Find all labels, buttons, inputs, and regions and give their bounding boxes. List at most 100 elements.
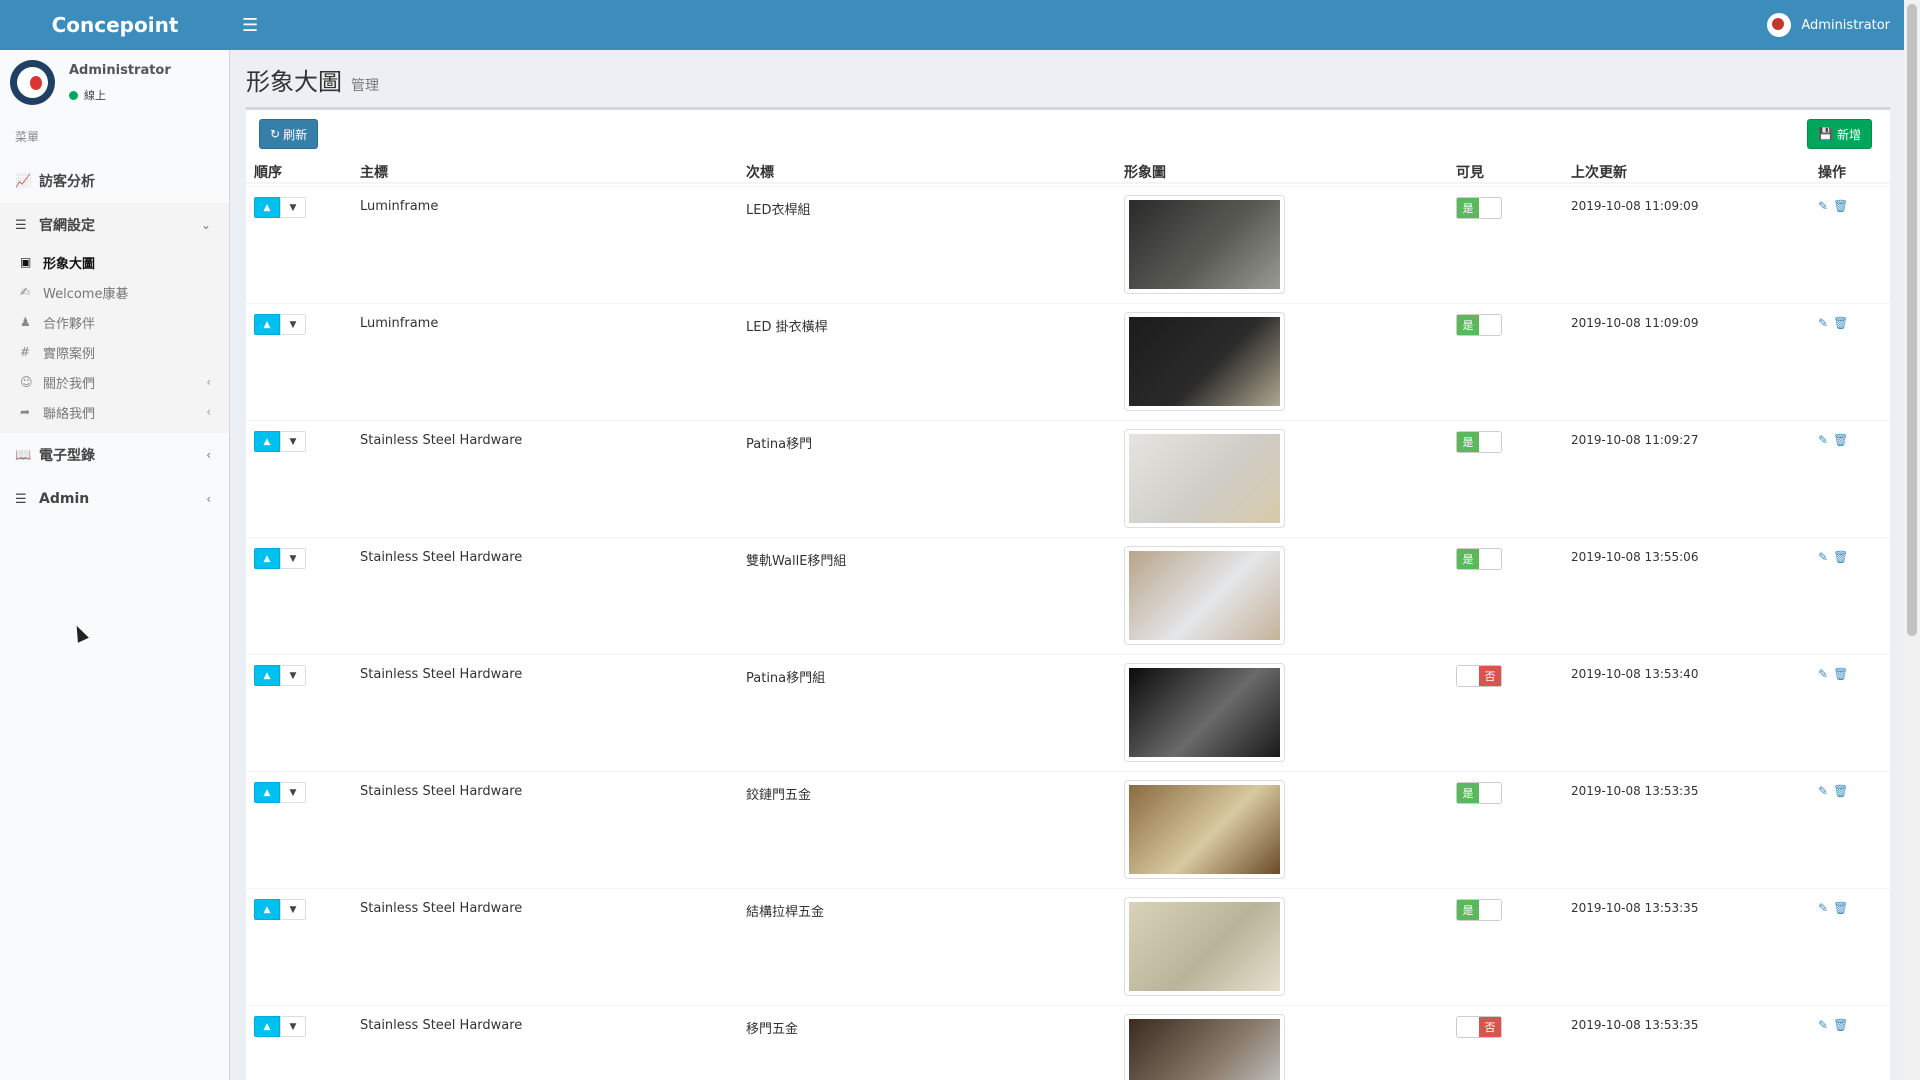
updated-cell: 2019-10-08 13:53:35 — [1571, 1018, 1699, 1032]
thumbnail-image — [1129, 668, 1280, 757]
scrollbar[interactable] — [1904, 0, 1920, 1080]
move-up-button[interactable]: ▲ — [254, 782, 280, 803]
share-icon: ➦ — [20, 405, 31, 419]
header-actions: 操作 — [1818, 165, 1846, 181]
move-up-button[interactable]: ▲ — [254, 431, 280, 452]
banner-thumbnail[interactable] — [1124, 897, 1285, 996]
menu-header: 菜單 — [15, 130, 40, 144]
table-row: ▲ ▼ Stainless Steel Hardware 雙軌WallE移門組 是 201… — [246, 537, 1890, 654]
sidebar: Administrator 線上 菜單 📈 訪客分析 ☰ 官網設定 ⌄ ▣ 形象大… — [0, 50, 230, 1080]
visibility-toggle[interactable]: 否 — [1456, 665, 1502, 687]
row-actions: ✎ 🗑 — [1818, 199, 1848, 213]
order-dropdown-button[interactable]: ▼ — [280, 665, 306, 686]
updated-cell: 2019-10-08 13:53:40 — [1571, 667, 1699, 681]
page-header: 形象大圖 管理 — [246, 62, 379, 97]
header-order: 順序 — [254, 165, 282, 181]
banner-thumbnail[interactable] — [1124, 663, 1285, 762]
thumbnail-image — [1129, 902, 1280, 991]
add-button[interactable]: 💾 新增 — [1807, 119, 1872, 149]
banner-thumbnail[interactable] — [1124, 546, 1285, 645]
visibility-toggle[interactable]: 是 — [1456, 548, 1502, 570]
edit-icon[interactable]: ✎ — [1818, 901, 1828, 915]
chevron-left-icon: ‹ — [206, 405, 211, 419]
table-row: ▲ ▼ Stainless Steel Hardware 結構拉桿五金 是 2019-10… — [246, 888, 1890, 1005]
banner-thumbnail[interactable] — [1124, 429, 1285, 528]
page-subtitle: 管理 — [351, 78, 379, 94]
row-actions: ✎ 🗑 — [1818, 316, 1848, 330]
sidebar-item-about[interactable]: ☺ 關於我們 ‹ — [0, 367, 229, 397]
move-up-button[interactable]: ▲ — [254, 548, 280, 569]
move-up-button[interactable]: ▲ — [254, 665, 280, 686]
edit-icon[interactable]: ✎ — [1818, 667, 1828, 681]
order-dropdown-button[interactable]: ▼ — [280, 1016, 306, 1037]
trash-icon[interactable]: 🗑 — [1833, 550, 1848, 564]
brand-logo[interactable]: Concepoint — [0, 13, 230, 37]
header-visible: 可見 — [1456, 165, 1484, 181]
sidebar-item-admin[interactable]: ☰ Admin ‹ — [0, 477, 229, 521]
row-actions: ✎ 🗑 — [1818, 901, 1848, 915]
order-controls: ▲ ▼ — [254, 548, 306, 569]
edit-icon[interactable]: ✎ — [1818, 316, 1828, 330]
order-dropdown-button[interactable]: ▼ — [280, 431, 306, 452]
updated-cell: 2019-10-08 13:53:35 — [1571, 901, 1699, 915]
main-title-cell: Stainless Steel Hardware — [360, 667, 523, 682]
trash-icon[interactable]: 🗑 — [1833, 667, 1848, 681]
trash-icon[interactable]: 🗑 — [1833, 1018, 1848, 1032]
trash-icon[interactable]: 🗑 — [1833, 433, 1848, 447]
image-icon: ▣ — [20, 255, 32, 269]
main-title-cell: Stainless Steel Hardware — [360, 901, 523, 916]
toggle-label: 是 — [1457, 783, 1479, 803]
edit-icon[interactable]: ✎ — [1818, 784, 1828, 798]
trash-icon[interactable]: 🗑 — [1833, 316, 1848, 330]
sidebar-item-catalog[interactable]: 📖 電子型錄 ‹ — [0, 433, 229, 477]
order-dropdown-button[interactable]: ▼ — [280, 782, 306, 803]
move-up-button[interactable]: ▲ — [254, 314, 280, 335]
banner-thumbnail[interactable] — [1124, 780, 1285, 879]
sub-title-cell: LED 掛衣橫桿 — [746, 320, 828, 335]
visibility-toggle[interactable]: 是 — [1456, 782, 1502, 804]
move-up-button[interactable]: ▲ — [254, 197, 280, 218]
trash-icon[interactable]: 🗑 — [1833, 199, 1848, 213]
row-actions: ✎ 🗑 — [1818, 433, 1848, 447]
order-dropdown-button[interactable]: ▼ — [280, 314, 306, 335]
sidebar-item-banner[interactable]: ▣ 形象大圖 — [0, 247, 229, 277]
trash-icon[interactable]: 🗑 — [1833, 784, 1848, 798]
visibility-toggle[interactable]: 是 — [1456, 899, 1502, 921]
sidebar-item-visitor-analytics[interactable]: 📈 訪客分析 — [0, 159, 229, 203]
order-dropdown-button[interactable]: ▼ — [280, 899, 306, 920]
banner-thumbnail[interactable] — [1124, 312, 1285, 411]
hamburger-icon[interactable]: ☰ — [242, 15, 258, 36]
top-user-menu[interactable]: Administrator — [1767, 0, 1890, 50]
edit-icon[interactable]: ✎ — [1818, 433, 1828, 447]
visibility-toggle[interactable]: 是 — [1456, 197, 1502, 219]
sidebar-item-label: 官網設定 — [39, 218, 95, 234]
refresh-label: 刷新 — [283, 127, 308, 142]
move-up-button[interactable]: ▲ — [254, 899, 280, 920]
sidebar-item-cases[interactable]: # 實際案例 — [0, 337, 229, 367]
updated-cell: 2019-10-08 13:53:35 — [1571, 784, 1699, 798]
sidebar-item-welcome[interactable]: ✍ Welcome康碁 — [0, 277, 229, 307]
sidebar-item-site-settings[interactable]: ☰ 官網設定 ⌄ — [0, 203, 229, 247]
edit-icon[interactable]: ✎ — [1818, 199, 1828, 213]
edit-icon[interactable]: ✎ — [1818, 1018, 1828, 1032]
toggle-label: 是 — [1457, 900, 1479, 920]
scrollbar-thumb[interactable] — [1907, 4, 1917, 636]
trash-icon[interactable]: 🗑 — [1833, 901, 1848, 915]
visibility-toggle[interactable]: 否 — [1456, 1016, 1502, 1038]
banner-thumbnail[interactable] — [1124, 195, 1285, 294]
order-controls: ▲ ▼ — [254, 899, 306, 920]
edit-icon[interactable]: ✎ — [1818, 550, 1828, 564]
order-dropdown-button[interactable]: ▼ — [280, 197, 306, 218]
header-image: 形象圖 — [1124, 165, 1166, 181]
sidebar-item-contact[interactable]: ➦ 聯絡我們 ‹ — [0, 397, 229, 427]
table-row: ▲ ▼ Stainless Steel Hardware Patina移門 是 2019-… — [246, 420, 1890, 537]
refresh-icon: ↻ — [270, 127, 281, 141]
order-dropdown-button[interactable]: ▼ — [280, 548, 306, 569]
refresh-button[interactable]: ↻ 刷新 — [259, 119, 319, 149]
visibility-toggle[interactable]: 是 — [1456, 431, 1502, 453]
banner-thumbnail[interactable] — [1124, 1014, 1285, 1080]
order-controls: ▲ ▼ — [254, 782, 306, 803]
sidebar-item-partners[interactable]: ♟ 合作夥伴 — [0, 307, 229, 337]
visibility-toggle[interactable]: 是 — [1456, 314, 1502, 336]
move-up-button[interactable]: ▲ — [254, 1016, 280, 1037]
